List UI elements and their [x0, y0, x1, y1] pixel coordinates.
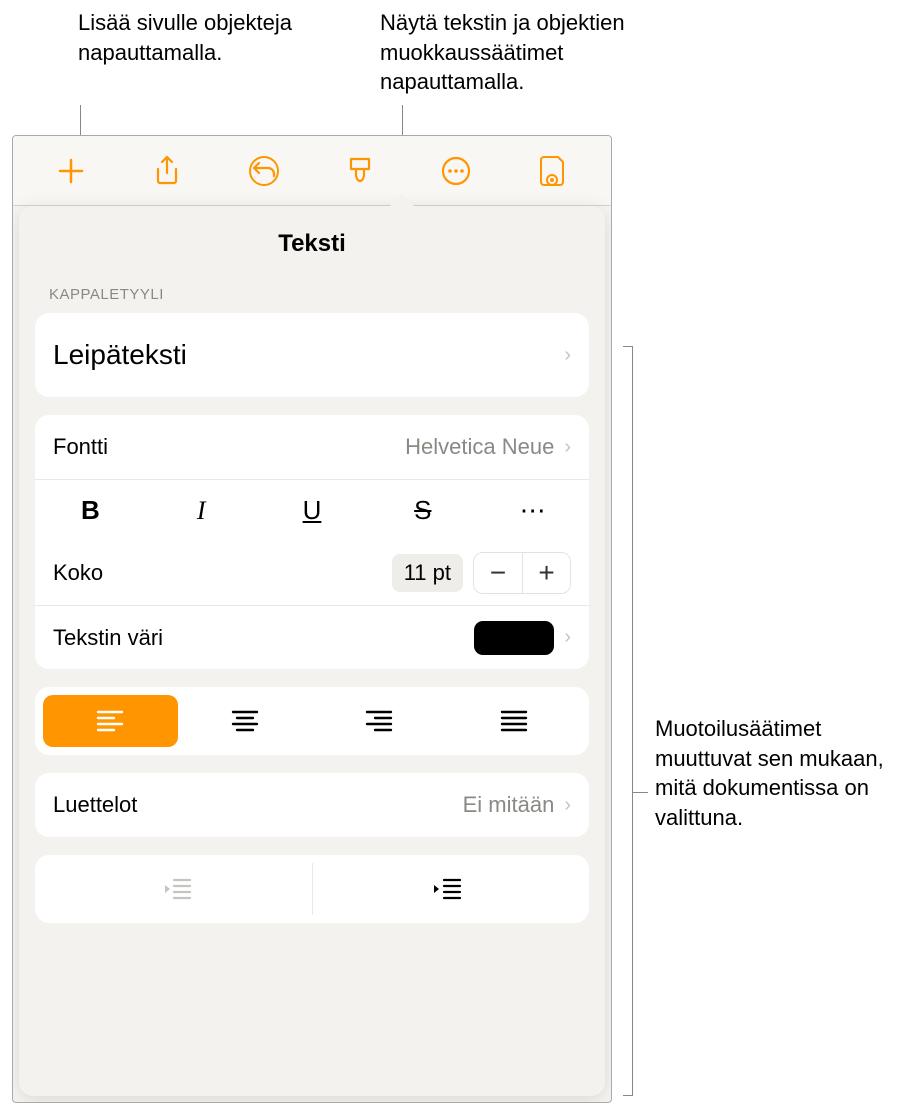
size-increase-button[interactable]: +	[522, 553, 570, 593]
text-format-row: B I U S ⋯	[35, 479, 589, 541]
size-decrease-button[interactable]: −	[474, 553, 522, 593]
share-button[interactable]	[147, 151, 187, 191]
size-row: Koko 11 pt − +	[35, 541, 589, 605]
callout-panel: Muotoilusäätimet muuttuvat sen mukaan, m…	[655, 714, 895, 833]
text-color-row[interactable]: Tekstin väri ›	[35, 605, 589, 669]
callout-bracket-panel	[632, 346, 633, 1096]
color-swatch[interactable]	[474, 621, 554, 655]
undo-button[interactable]	[244, 151, 284, 191]
align-left-icon	[96, 710, 124, 732]
indent-card	[35, 855, 589, 923]
format-button[interactable]	[340, 151, 380, 191]
text-color-label: Tekstin väri	[53, 625, 163, 651]
strikethrough-button[interactable]: S	[393, 495, 453, 526]
outdent-icon	[162, 878, 192, 900]
align-center-button[interactable]	[178, 695, 313, 747]
alignment-row	[35, 687, 589, 755]
chevron-right-icon: ›	[564, 436, 571, 459]
indent-icon	[432, 878, 462, 900]
align-justify-icon	[500, 710, 528, 732]
align-right-icon	[365, 710, 393, 732]
align-justify-button[interactable]	[447, 695, 582, 747]
callout-add: Lisää sivulle objekteja napauttamalla.	[78, 8, 298, 67]
popover-title: Teksti	[19, 206, 605, 280]
undo-icon	[248, 155, 280, 187]
popover-arrow	[388, 194, 416, 208]
underline-button[interactable]: U	[282, 495, 342, 526]
font-row[interactable]: Fontti Helvetica Neue ›	[35, 415, 589, 479]
indent-button[interactable]	[312, 863, 582, 915]
chevron-right-icon: ›	[564, 344, 571, 367]
align-center-icon	[231, 710, 259, 732]
indent-row	[35, 855, 589, 923]
size-value[interactable]: 11 pt	[392, 554, 463, 592]
paragraph-style-label: Leipäteksti	[53, 339, 187, 371]
chevron-right-icon: ›	[564, 794, 571, 817]
align-left-button[interactable]	[43, 695, 178, 747]
alignment-card	[35, 687, 589, 755]
italic-button[interactable]: I	[171, 496, 231, 526]
more-circle-icon	[441, 156, 471, 186]
chevron-right-icon: ›	[564, 626, 571, 649]
font-value: Helvetica Neue	[405, 434, 554, 460]
lists-label: Luettelot	[53, 792, 137, 818]
brush-icon	[345, 155, 375, 187]
paragraph-style-row[interactable]: Leipäteksti ›	[35, 313, 589, 397]
outdent-button[interactable]	[43, 863, 312, 915]
size-stepper: − +	[473, 552, 571, 594]
lists-value: Ei mitään	[463, 792, 555, 818]
paragraph-style-card: Leipäteksti ›	[35, 313, 589, 397]
lists-row[interactable]: Luettelot Ei mitään ›	[35, 773, 589, 837]
font-card: Fontti Helvetica Neue › B I U S ⋯ Koko	[35, 415, 589, 669]
align-right-button[interactable]	[312, 695, 447, 747]
toolbar	[13, 136, 611, 206]
lists-card: Luettelot Ei mitään ›	[35, 773, 589, 837]
section-header-paragraph: KAPPALETYYLI	[35, 280, 589, 313]
more-button[interactable]	[436, 151, 476, 191]
font-label: Fontti	[53, 434, 108, 460]
view-options-button[interactable]	[533, 151, 573, 191]
size-label: Koko	[53, 560, 103, 586]
plus-icon	[56, 156, 86, 186]
callout-format: Näytä tekstin ja objektien muokkaussääti…	[380, 8, 700, 97]
share-icon	[153, 155, 181, 187]
add-button[interactable]	[51, 151, 91, 191]
more-format-button[interactable]: ⋯	[504, 495, 564, 526]
popover-body: KAPPALETYYLI Leipäteksti › Fontti Helvet…	[19, 280, 605, 1096]
bold-button[interactable]: B	[60, 495, 120, 526]
format-popover: Teksti KAPPALETYYLI Leipäteksti › Fontti…	[19, 206, 605, 1096]
callout-connector-panel	[632, 792, 648, 793]
document-view-icon	[538, 154, 568, 188]
device-frame: Teksti KAPPALETYYLI Leipäteksti › Fontti…	[12, 135, 612, 1103]
